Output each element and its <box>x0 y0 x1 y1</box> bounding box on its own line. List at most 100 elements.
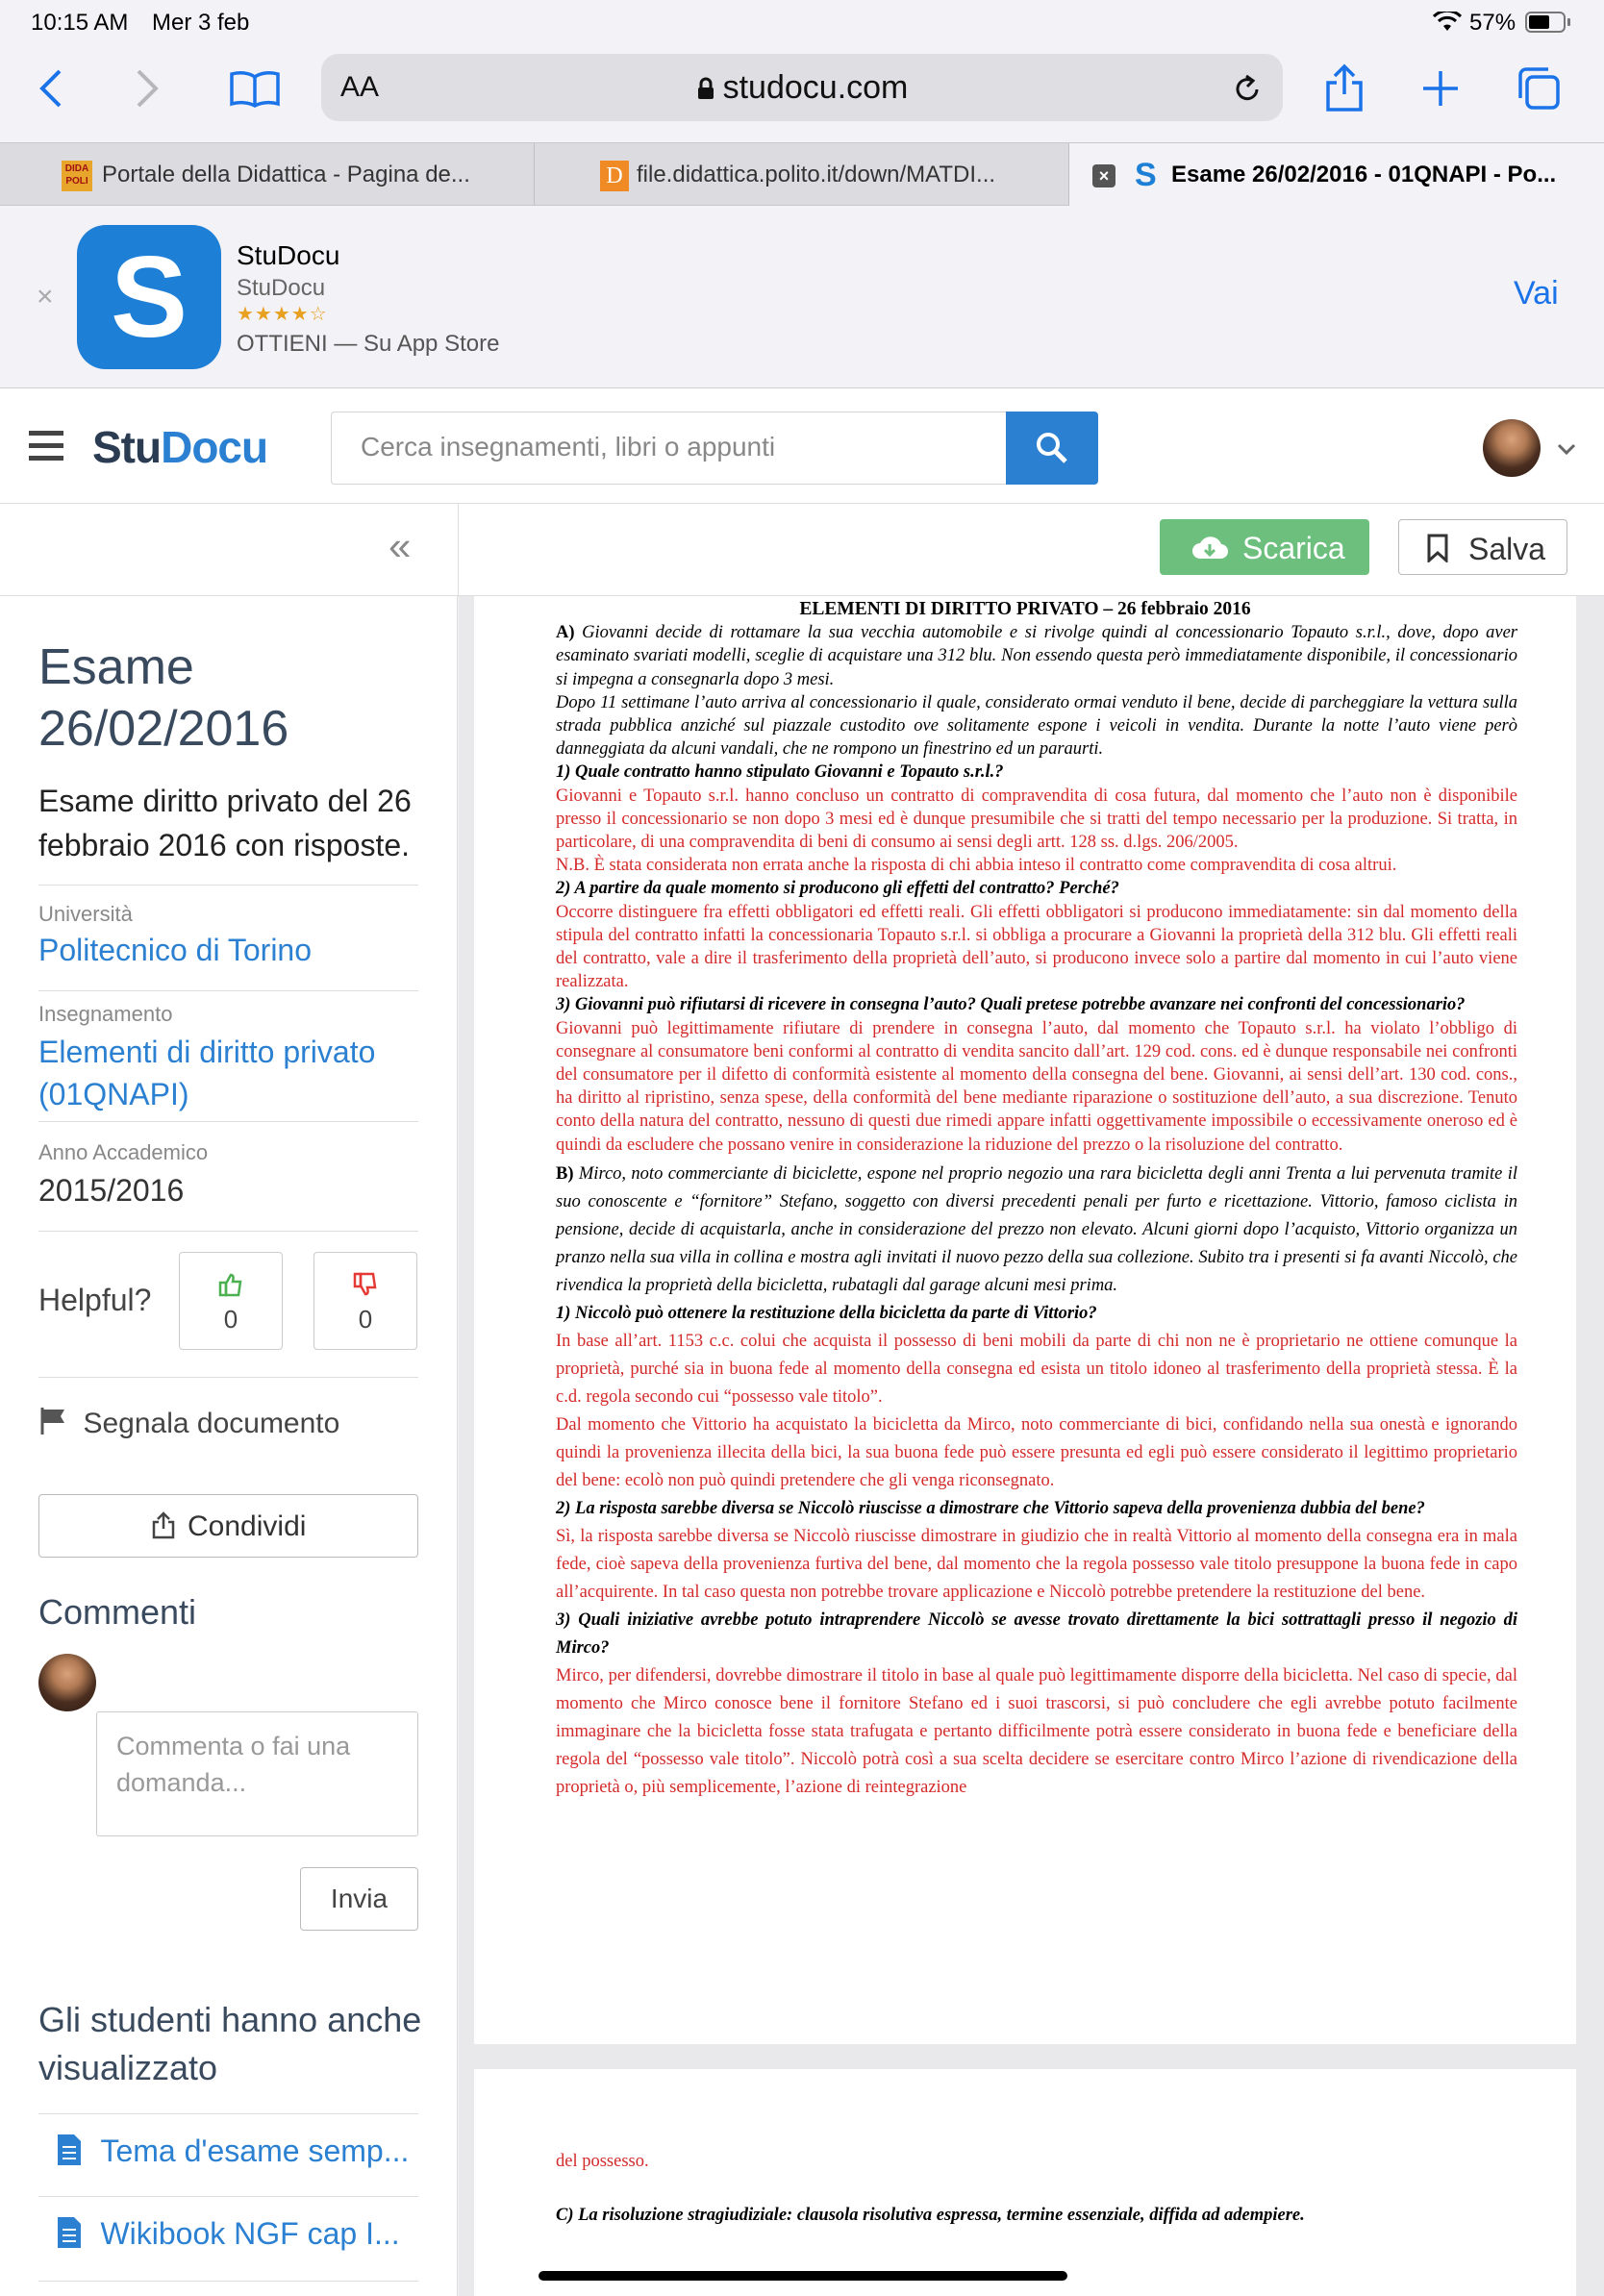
download-button[interactable]: Scarica <box>1160 519 1369 575</box>
upvote-count: 0 <box>223 1305 238 1334</box>
section-b-text: B) Mirco, noto commerciante di biciclett… <box>556 1163 1517 1295</box>
course-label: Insegnamento <box>38 1002 173 1026</box>
app-cta: OTTIENI — Su App Store <box>237 331 500 357</box>
back-arrow-icon[interactable] <box>38 67 63 110</box>
search-button[interactable] <box>1006 412 1098 485</box>
answer-a3: Giovanni può legittimamente rifiutare di… <box>556 1018 1517 1155</box>
page-content: del possesso. C) La risoluzione stragiud… <box>474 2150 1576 2227</box>
document-page: ELEMENTI DI DIRITTO PRIVATO – 26 febbrai… <box>474 596 1576 2044</box>
answer-a1: Giovanni e Topauto s.r.l. hanno concluso… <box>556 786 1517 853</box>
academic-year: 2015/2016 <box>38 1173 185 1208</box>
section-c-heading: C) La risoluzione stragiudiziale: clauso… <box>556 2206 1305 2226</box>
site-header: StuDocu Cerca insegnamenti, libri o appu… <box>0 388 1604 504</box>
report-document-link[interactable]: Segnala documento <box>38 1406 339 1440</box>
hamburger-menu-icon[interactable] <box>29 431 63 461</box>
app-store-banner: × S StuDocu StuDocu ★★★★☆ OTTIENI — Su A… <box>0 206 1604 388</box>
answer-b3-continued: del possesso. <box>556 2152 649 2171</box>
flag-icon <box>40 1408 64 1435</box>
bookmark-icon <box>1427 534 1448 562</box>
user-avatar[interactable] <box>1483 419 1541 477</box>
answer-a2: Occorre distinguere fra effetti obbligat… <box>556 902 1517 992</box>
send-comment-button[interactable]: Invia <box>300 1867 418 1931</box>
tab-portale-didattica[interactable]: DIDA POLI Portale della Didattica - Pagin… <box>0 143 535 207</box>
forward-arrow-icon[interactable] <box>135 67 160 110</box>
status-bar: 10:15 AM Mer 3 feb 57% <box>0 0 1604 44</box>
tab-esame-active[interactable]: × S Esame 26/02/2016 - 01QNAPI - Po... <box>1069 143 1604 207</box>
question-b2: 2) La risposta sarebbe diversa se Niccol… <box>556 1498 1425 1518</box>
tabs-overview-icon[interactable] <box>1516 65 1562 112</box>
commenter-avatar <box>38 1654 96 1711</box>
related-document-item[interactable]: Wikibook NGF cap I... <box>56 2215 400 2252</box>
answer-b1: In base all’art. 1153 c.c. colui che acq… <box>556 1331 1517 1407</box>
upvote-button[interactable]: 0 <box>179 1252 283 1350</box>
document-icon <box>58 2217 81 2248</box>
question-a1: 1) Quale contratto hanno stipulato Giova… <box>556 762 1004 783</box>
document-title: Esame 26/02/2016 <box>38 639 289 757</box>
file-favicon-icon: D <box>600 161 629 191</box>
university-link[interactable]: Politecnico di Torino <box>38 933 312 968</box>
page-content: ELEMENTI DI DIRITTO PRIVATO – 26 febbrai… <box>474 598 1576 1802</box>
chevron-down-icon[interactable] <box>1556 442 1577 456</box>
share-upload-icon <box>152 1511 174 1539</box>
studocu-logo[interactable]: StuDocu <box>92 421 268 473</box>
downvote-count: 0 <box>358 1305 373 1334</box>
app-developer: StuDocu <box>237 275 326 301</box>
answer-b2: Sì, la risposta sarebbe diversa se Nicco… <box>556 1526 1517 1602</box>
related-documents-title: Gli studenti hanno anche visualizzato <box>38 2000 422 2087</box>
status-time: 10:15 AM <box>31 10 129 36</box>
app-rating-stars: ★★★★☆ <box>237 304 328 325</box>
question-b3: 3) Quali iniziative avrebbe potuto intra… <box>556 1610 1517 1658</box>
reload-icon[interactable] <box>1231 73 1264 106</box>
university-label: Università <box>38 902 133 926</box>
search-input[interactable]: Cerca insegnamenti, libri o appunti <box>331 412 1006 485</box>
collapse-sidebar-icon[interactable]: « <box>388 523 411 569</box>
cloud-download-icon <box>1192 537 1229 560</box>
question-a2: 2) A partire da quale momento si produco… <box>556 879 1119 899</box>
comments-title: Commenti <box>38 1592 197 1632</box>
share-document-button[interactable]: Condividi <box>38 1494 418 1558</box>
question-b1: 1) Niccolò può ottenere la restituzione … <box>556 1303 1097 1323</box>
section-a-text: A) Giovanni decide di rottamare la sua v… <box>556 623 1517 689</box>
bookmarks-icon[interactable] <box>229 69 281 108</box>
studocu-app-icon: S <box>77 225 221 369</box>
browser-toolbar: AA studocu.com <box>0 44 1604 142</box>
studocu-favicon-icon: S <box>1135 157 1157 193</box>
app-name: StuDocu <box>237 240 340 270</box>
wifi-icon <box>1433 12 1462 31</box>
related-document-item[interactable]: Tema d'esame semp... <box>56 2133 409 2169</box>
tab-file-didattica[interactable]: D file.didattica.polito.it/down/MATDI... <box>535 143 1069 207</box>
open-app-link[interactable]: Vai <box>1514 275 1559 312</box>
document-description: Esame diritto privato del 26 febbraio 20… <box>38 784 412 862</box>
battery-percent: 57% <box>1469 10 1516 36</box>
answer-b3: Mirco, per difendersi, dovrebbe dimostra… <box>556 1665 1517 1797</box>
new-tab-icon[interactable] <box>1421 69 1460 108</box>
section-a-text-2: Dopo 11 settimane l’auto arriva al conce… <box>556 692 1517 760</box>
url-text: studocu.com <box>321 69 1283 107</box>
save-button[interactable]: Salva <box>1398 519 1567 575</box>
comment-input[interactable]: Commenta o fai una domanda... <box>96 1711 418 1836</box>
document-sidebar: Esame 26/02/2016 Esame diritto privato d… <box>0 596 458 2296</box>
lock-icon <box>697 77 714 99</box>
search-icon <box>1037 433 1067 463</box>
home-indicator <box>539 2271 1067 2281</box>
downvote-button[interactable]: 0 <box>313 1252 417 1350</box>
course-link[interactable]: Elementi di diritto privato (01QNAPI) <box>38 1031 423 1115</box>
year-label: Anno Accademico <box>38 1140 209 1164</box>
document-page: del possesso. C) La risoluzione stragiud… <box>474 2069 1576 2296</box>
share-icon[interactable] <box>1323 63 1366 113</box>
thumbs-down-icon <box>353 1272 377 1296</box>
address-bar[interactable]: AA studocu.com <box>321 54 1283 121</box>
answer-a1-note: N.B. È stata considerata non errata anch… <box>556 856 1397 876</box>
thumbs-up-icon <box>218 1273 242 1297</box>
document-icon <box>58 2134 81 2165</box>
document-heading: ELEMENTI DI DIRITTO PRIVATO – 26 febbrai… <box>799 599 1251 619</box>
document-viewer: ELEMENTI DI DIRITTO PRIVATO – 26 febbrai… <box>459 596 1604 2296</box>
close-banner-icon[interactable]: × <box>37 281 54 313</box>
status-date: Mer 3 feb <box>152 10 250 36</box>
close-tab-icon[interactable]: × <box>1092 164 1115 187</box>
document-action-bar: « Scarica Salva <box>0 504 1604 596</box>
helpful-label: Helpful? <box>38 1283 152 1317</box>
answer-b1-continued: Dal momento che Vittorio ha acquistato l… <box>556 1414 1517 1490</box>
battery-icon <box>1525 12 1566 33</box>
question-a3: 3) Giovanni può rifiutarsi di ricevere i… <box>556 995 1466 1015</box>
